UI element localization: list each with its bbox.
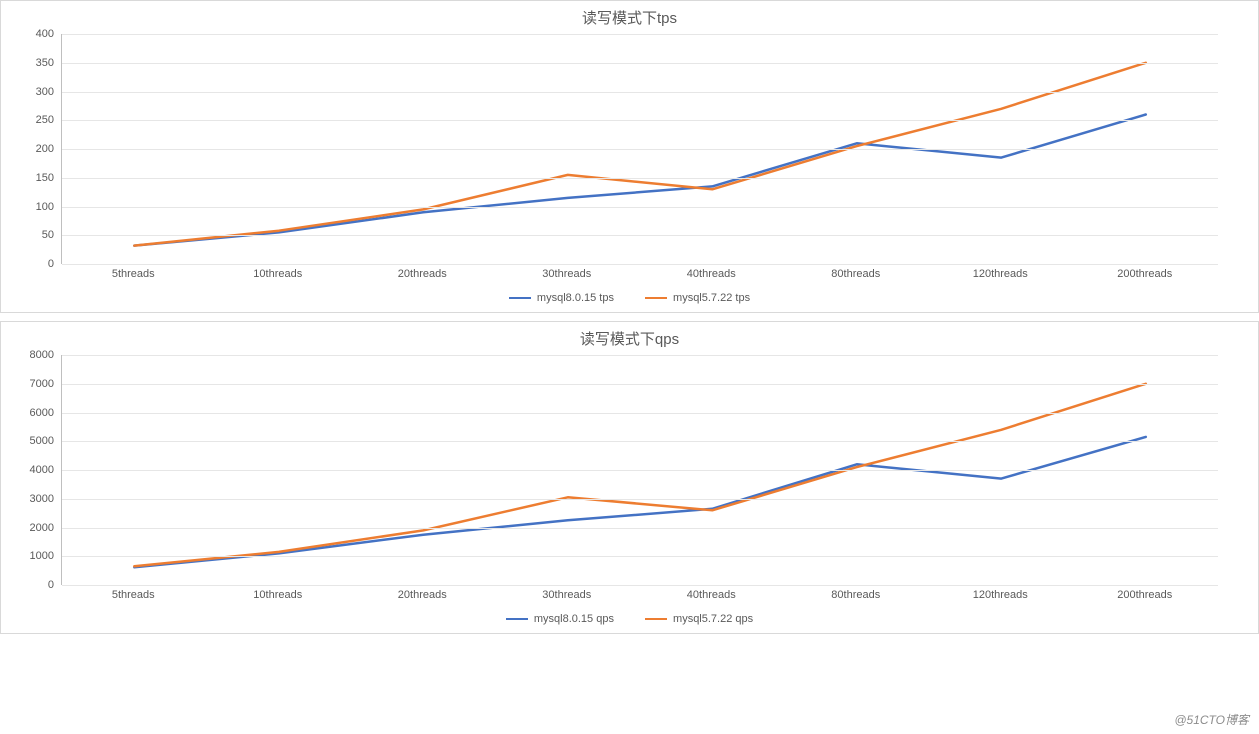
gridline — [62, 235, 1218, 236]
x-axis-tick: 120threads — [973, 589, 1028, 601]
gridline — [62, 441, 1218, 442]
y-axis-tick: 4000 — [30, 464, 62, 476]
y-axis-tick: 50 — [42, 229, 62, 241]
x-axis-tick: 20threads — [398, 589, 447, 601]
x-axis-tick: 120threads — [973, 268, 1028, 280]
y-axis-tick: 2000 — [30, 522, 62, 534]
y-axis-tick: 8000 — [30, 349, 62, 361]
plot-wrap: 010002000300040005000600070008000 5threa… — [61, 355, 1218, 605]
x-axis-tick: 30threads — [542, 589, 591, 601]
x-axis-labels: 5threads 10threads 20threads 30threads 40thr… — [61, 585, 1218, 605]
plot-wrap: 050100150200250300350400 5threads 10threa… — [61, 34, 1218, 284]
gridline — [62, 34, 1218, 35]
y-axis-tick: 100 — [36, 201, 62, 213]
legend: mysql8.0.15 qps mysql5.7.22 qps — [1, 605, 1258, 633]
series-line — [134, 437, 1146, 567]
x-axis-labels: 5threads 10threads 20threads 30threads 40thr… — [61, 264, 1218, 284]
chart-title: 读写模式下qps — [1, 322, 1258, 351]
x-axis-tick: 10threads — [253, 589, 302, 601]
gridline — [62, 528, 1218, 529]
legend: mysql8.0.15 tps mysql5.7.22 tps — [1, 284, 1258, 312]
x-axis-tick: 5threads — [112, 589, 155, 601]
gridline — [62, 92, 1218, 93]
series-line — [134, 115, 1146, 246]
gridline — [62, 499, 1218, 500]
legend-swatch-icon — [645, 297, 667, 299]
x-axis-tick: 30threads — [542, 268, 591, 280]
gridline — [62, 470, 1218, 471]
x-axis-tick: 10threads — [253, 268, 302, 280]
gridline — [62, 384, 1218, 385]
x-axis-tick: 40threads — [687, 589, 736, 601]
legend-label: mysql8.0.15 tps — [537, 292, 614, 304]
y-axis-tick: 1000 — [30, 550, 62, 562]
gridline — [62, 556, 1218, 557]
chart-qps: 读写模式下qps 0100020003000400050006000700080… — [0, 321, 1259, 634]
legend-swatch-icon — [509, 297, 531, 299]
legend-item: mysql5.7.22 tps — [645, 292, 750, 304]
y-axis-tick: 7000 — [30, 378, 62, 390]
y-axis-tick: 200 — [36, 143, 62, 155]
gridline — [62, 149, 1218, 150]
series-line — [134, 63, 1146, 246]
gridline — [62, 355, 1218, 356]
x-axis-tick: 40threads — [687, 268, 736, 280]
legend-label: mysql8.0.15 qps — [534, 613, 614, 625]
gridline — [62, 120, 1218, 121]
y-axis-tick: 400 — [36, 28, 62, 40]
chart-title: 读写模式下tps — [1, 1, 1258, 30]
y-axis-tick: 250 — [36, 114, 62, 126]
y-axis-tick: 150 — [36, 172, 62, 184]
x-axis-tick: 200threads — [1117, 268, 1172, 280]
gridline — [62, 413, 1218, 414]
legend-item: mysql8.0.15 tps — [509, 292, 614, 304]
legend-item: mysql8.0.15 qps — [506, 613, 614, 625]
y-axis-tick: 0 — [48, 579, 62, 591]
watermark: @51CTO博客 — [1174, 711, 1249, 728]
legend-swatch-icon — [506, 618, 528, 620]
gridline — [62, 178, 1218, 179]
x-axis-tick: 20threads — [398, 268, 447, 280]
y-axis-tick: 350 — [36, 57, 62, 69]
plot-area: 050100150200250300350400 — [61, 34, 1218, 264]
legend-item: mysql5.7.22 qps — [645, 613, 753, 625]
legend-label: mysql5.7.22 tps — [673, 292, 750, 304]
y-axis-tick: 0 — [48, 258, 62, 270]
x-axis-tick: 200threads — [1117, 589, 1172, 601]
gridline — [62, 63, 1218, 64]
x-axis-tick: 80threads — [831, 268, 880, 280]
legend-swatch-icon — [645, 618, 667, 620]
series-line — [134, 384, 1146, 567]
legend-label: mysql5.7.22 qps — [673, 613, 753, 625]
y-axis-tick: 3000 — [30, 493, 62, 505]
y-axis-tick: 300 — [36, 86, 62, 98]
x-axis-tick: 5threads — [112, 268, 155, 280]
gridline — [62, 207, 1218, 208]
y-axis-tick: 6000 — [30, 407, 62, 419]
y-axis-tick: 5000 — [30, 435, 62, 447]
plot-area: 010002000300040005000600070008000 — [61, 355, 1218, 585]
chart-tps: 读写模式下tps 050100150200250300350400 5threa… — [0, 0, 1259, 313]
x-axis-tick: 80threads — [831, 589, 880, 601]
